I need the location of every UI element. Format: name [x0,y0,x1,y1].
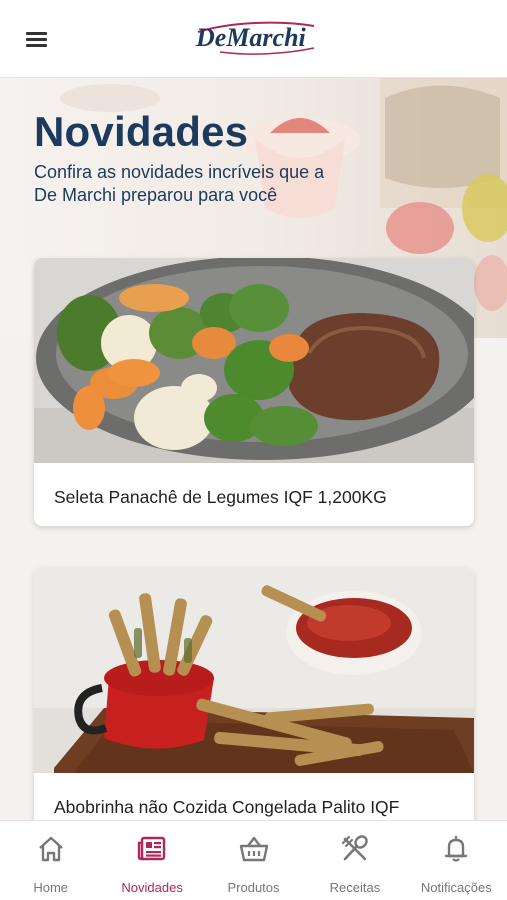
nav-label: Novidades [121,880,183,895]
nav-item-novidades[interactable]: Novidades [101,821,202,900]
nav-label: Receitas [329,880,381,895]
bottom-navigation: Home Novidades Produtos Receitas Notific… [0,820,507,900]
product-card[interactable]: Seleta Panachê de Legumes IQF 1,200KG [34,258,474,526]
page-subtitle: Confira as novidades incríveis que a De … [34,162,325,205]
de-marchi-logo[interactable]: DeMarchi [190,12,320,62]
nav-label: Produtos [227,880,280,895]
product-card[interactable]: Abobrinha não Cozida Congelada Palito IQ… [34,568,474,820]
product-image-zucchini [34,568,474,773]
news-content[interactable]: Novidades Confira as novidades incríveis… [0,78,507,820]
product-name: Abobrinha não Cozida Congelada Palito IQ… [54,797,400,817]
app-header: DeMarchi [0,0,507,78]
nav-item-receitas[interactable]: Receitas [304,821,405,900]
nav-item-home[interactable]: Home [0,821,101,900]
nav-label: Home [33,880,69,895]
fork-spoon-icon [341,835,368,861]
nav-item-produtos[interactable]: Produtos [203,821,304,900]
basket-icon [239,836,268,862]
product-image-vegetables [34,258,474,463]
nav-item-notificacoes[interactable]: Notificações [406,821,507,900]
svg-text:DeMarchi: DeMarchi [195,23,307,52]
page-title: Novidades [34,108,249,155]
product-name: Seleta Panachê de Legumes IQF 1,200KG [54,487,387,507]
nav-label: Notificações [420,880,492,895]
hamburger-menu-icon[interactable] [22,26,54,52]
news-icon [137,836,166,861]
home-icon [38,836,63,862]
bell-icon [445,835,468,862]
